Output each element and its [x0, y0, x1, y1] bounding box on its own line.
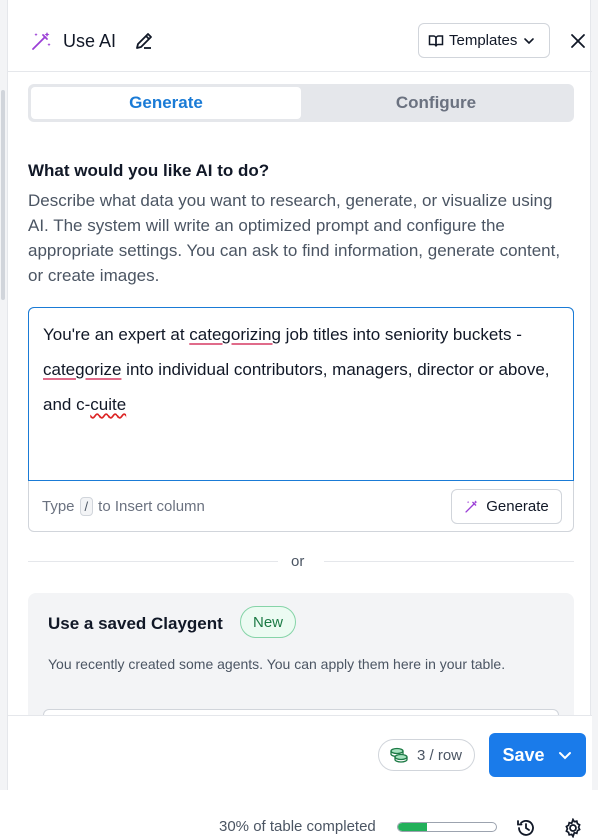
prompt-textarea[interactable]: You're an expert at categorizing job tit…: [28, 307, 574, 481]
use-ai-panel: Use AI Templates Generate Configure What…: [7, 0, 592, 790]
panel-header: Use AI Templates: [8, 0, 592, 72]
insert-column-hint: Type / to Insert column: [42, 497, 205, 516]
divider-left: [28, 561, 278, 562]
prompt-text: You're an expert at categorizing job tit…: [43, 317, 553, 422]
pencil-icon[interactable]: [134, 31, 154, 51]
coins-icon: [390, 747, 408, 763]
prompt-editor: You're an expert at categorizing job tit…: [28, 307, 574, 532]
progress-bar: [397, 822, 497, 832]
generate-button[interactable]: Generate: [451, 489, 562, 524]
credit-cost-text: 3 / row: [417, 746, 463, 764]
book-icon: [428, 34, 444, 47]
close-icon[interactable]: [568, 31, 588, 51]
prompt-section-description: Describe what data you want to research,…: [28, 191, 561, 285]
left-scrollbar[interactable]: [0, 0, 7, 836]
hint-prefix: Type: [42, 498, 75, 515]
panel-title: Use AI: [63, 31, 117, 51]
save-label: Save: [502, 744, 545, 765]
misspelled-word: cuite: [90, 395, 127, 414]
spellcheck-word: categorize: [43, 360, 122, 379]
tab-configure[interactable]: Configure: [301, 87, 571, 119]
prompt-text-segment: job titles into seniority buckets -: [280, 325, 522, 344]
history-icon[interactable]: [516, 818, 536, 838]
slash-key: /: [79, 497, 94, 516]
right-edge: [591, 0, 598, 836]
or-separator: or: [291, 553, 305, 570]
chevron-down-icon: [558, 752, 571, 760]
spellcheck-word: categorizing: [189, 325, 281, 344]
saved-claygent-card: Use a saved Claygent New You recently cr…: [28, 593, 574, 715]
prompt-section-title: What would you like AI to do?: [28, 161, 270, 180]
left-scrollbar-thumb[interactable]: [1, 90, 5, 300]
panel-footer: 3 / row Save: [8, 715, 592, 790]
generate-label: Generate: [486, 498, 549, 515]
prompt-footer: Type / to Insert column Generate: [29, 482, 575, 532]
progress-text: 30% of table completed: [219, 818, 376, 835]
panel-scroll-area[interactable]: Generate Configure What would you like A…: [8, 73, 592, 715]
tab-generate[interactable]: Generate: [31, 87, 301, 119]
chevron-down-icon: [524, 37, 535, 44]
saved-claygent-title: Use a saved Claygent: [48, 614, 223, 633]
credit-cost-badge: 3 / row: [378, 739, 476, 771]
templates-button[interactable]: Templates: [418, 23, 550, 58]
prompt-text-segment: You're an expert at: [43, 325, 190, 344]
magic-wand-icon: [32, 32, 51, 50]
divider-right: [324, 561, 574, 562]
magic-wand-icon: [465, 500, 478, 513]
save-button[interactable]: Save: [489, 733, 586, 777]
saved-claygent-description: You recently created some agents. You ca…: [48, 656, 506, 672]
new-badge: New: [240, 606, 297, 638]
status-bar: 30% of table completed: [0, 790, 598, 836]
gear-icon[interactable]: [563, 818, 583, 838]
mode-tabs: Generate Configure: [28, 84, 574, 122]
progress-bar-fill: [398, 823, 428, 831]
hint-suffix: to Insert column: [98, 498, 205, 515]
templates-label: Templates: [449, 32, 518, 49]
